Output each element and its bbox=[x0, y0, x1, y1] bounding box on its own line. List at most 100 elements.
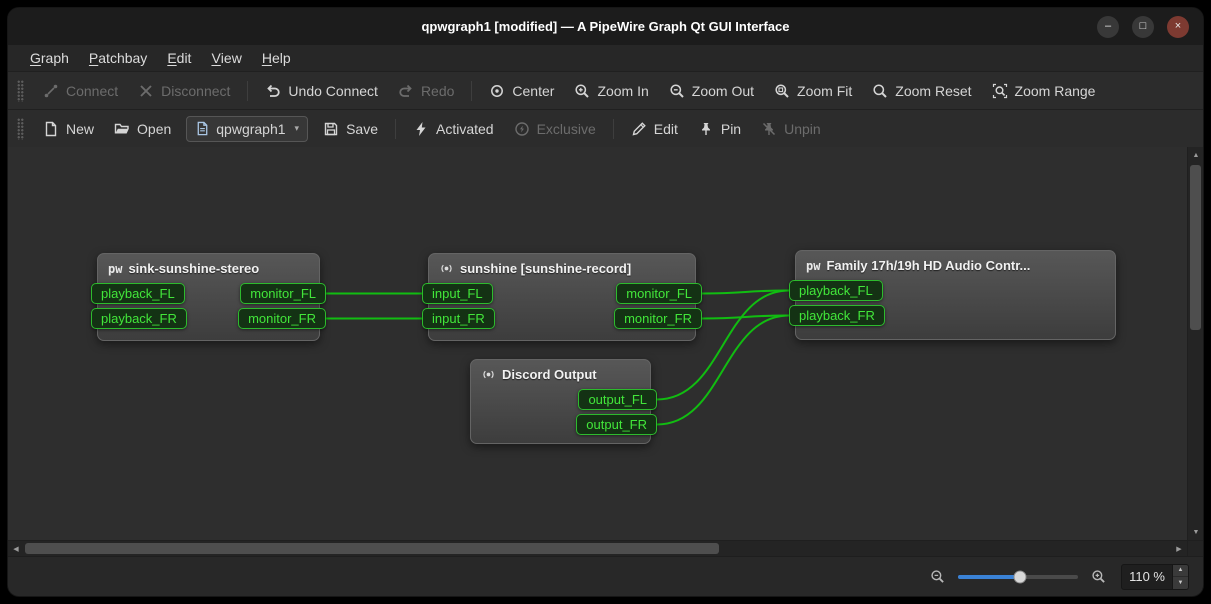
center-button[interactable]: Center bbox=[480, 78, 563, 104]
scroll-right-arrow[interactable]: ▶ bbox=[1171, 541, 1187, 557]
spin-down-button[interactable]: ▼ bbox=[1173, 576, 1188, 589]
port-output[interactable]: monitor_FR bbox=[238, 308, 326, 329]
zoom-out-small-icon bbox=[930, 569, 945, 584]
port-input[interactable]: input_FR bbox=[422, 308, 495, 329]
connections-layer[interactable] bbox=[8, 147, 1187, 540]
horizontal-scrollbar[interactable]: ◀ ▶ bbox=[8, 540, 1187, 556]
menu-bar: Graph Patchbay Edit View Help bbox=[8, 45, 1203, 71]
redo-icon bbox=[398, 83, 414, 99]
connect-label: Connect bbox=[66, 83, 118, 99]
zoom-in-button[interactable]: Zoom In bbox=[565, 78, 657, 104]
exclusive-button[interactable]: Exclusive bbox=[505, 116, 605, 142]
undo-label: Undo Connect bbox=[288, 83, 378, 99]
connect-icon bbox=[43, 83, 59, 99]
app-window: qpwgraph1 [modified] — A PipeWire Graph … bbox=[8, 8, 1203, 596]
zoom-fit-icon bbox=[774, 83, 790, 99]
port-output[interactable]: monitor_FR bbox=[614, 308, 702, 329]
vertical-scrollbar-thumb[interactable] bbox=[1190, 165, 1201, 330]
patchbay-toolbar: New Open qpwgraph1 ▾ Save bbox=[8, 109, 1203, 147]
undo-icon bbox=[265, 83, 281, 99]
horizontal-scrollbar-row: ◀ ▶ bbox=[8, 540, 1203, 556]
patchbay-profile-combo[interactable]: qpwgraph1 ▾ bbox=[186, 116, 308, 142]
toolbar-separator bbox=[471, 81, 472, 101]
edit-label: Edit bbox=[654, 121, 678, 137]
zoom-out-button[interactable]: Zoom Out bbox=[660, 78, 763, 104]
minimize-button[interactable]: – bbox=[1097, 16, 1119, 38]
node-ports: playback_FL monitor_FL playback_FR monit… bbox=[98, 280, 319, 329]
menu-view[interactable]: View bbox=[201, 45, 251, 71]
port-output[interactable]: output_FR bbox=[576, 414, 657, 435]
zoom-reset-button[interactable]: Zoom Reset bbox=[863, 78, 980, 104]
node-ports: input_FL monitor_FL input_FR monitor_FR bbox=[429, 280, 695, 329]
menu-accel: P bbox=[89, 50, 98, 66]
scroll-left-arrow[interactable]: ◀ bbox=[8, 541, 24, 557]
zoom-fit-button[interactable]: Zoom Fit bbox=[765, 78, 861, 104]
new-button[interactable]: New bbox=[34, 116, 103, 142]
port-input[interactable]: playback_FL bbox=[91, 283, 185, 304]
maximize-button[interactable]: □ bbox=[1132, 16, 1154, 38]
redo-button[interactable]: Redo bbox=[389, 78, 463, 104]
menu-graph[interactable]: Graph bbox=[20, 45, 79, 71]
toolbar-grip[interactable] bbox=[17, 80, 24, 102]
node-header: pw sink-sunshine-stereo bbox=[98, 254, 319, 280]
port-output[interactable]: monitor_FL bbox=[616, 283, 702, 304]
open-label: Open bbox=[137, 121, 171, 137]
zoom-in-icon bbox=[574, 83, 590, 99]
redo-label: Redo bbox=[421, 83, 454, 99]
toolbar-grip[interactable] bbox=[17, 118, 24, 140]
port-output[interactable]: monitor_FL bbox=[240, 283, 326, 304]
title-bar[interactable]: qpwgraph1 [modified] — A PipeWire Graph … bbox=[8, 8, 1203, 45]
edit-button[interactable]: Edit bbox=[622, 116, 687, 142]
graph-node-sink-sunshine-stereo[interactable]: pw sink-sunshine-stereo playback_FL moni… bbox=[97, 253, 320, 341]
scroll-down-arrow[interactable]: ▼ bbox=[1188, 524, 1203, 540]
zoom-reset-icon bbox=[872, 83, 888, 99]
graph-node-family-hd-audio[interactable]: pw Family 17h/19h HD Audio Contr... play… bbox=[795, 250, 1116, 340]
zoom-spinbox[interactable]: 110 % ▲ ▼ bbox=[1121, 564, 1189, 590]
port-input[interactable]: playback_FL bbox=[789, 280, 883, 301]
zoom-value[interactable]: 110 % bbox=[1122, 565, 1172, 589]
toolbar-separator bbox=[395, 119, 396, 139]
zoom-fit-label: Zoom Fit bbox=[797, 83, 852, 99]
vertical-scrollbar[interactable]: ▲ ▼ bbox=[1187, 147, 1203, 540]
menu-accel: V bbox=[211, 50, 220, 66]
horizontal-scrollbar-thumb[interactable] bbox=[25, 543, 719, 554]
unpin-button[interactable]: Unpin bbox=[752, 116, 830, 142]
close-button[interactable]: × bbox=[1167, 16, 1189, 38]
patchbay-file-icon bbox=[195, 121, 210, 136]
menu-patchbay[interactable]: Patchbay bbox=[79, 45, 157, 71]
port-input[interactable]: playback_FR bbox=[789, 305, 885, 326]
scroll-up-arrow[interactable]: ▲ bbox=[1188, 147, 1203, 163]
pin-label: Pin bbox=[721, 121, 741, 137]
save-button[interactable]: Save bbox=[314, 116, 387, 142]
pin-button[interactable]: Pin bbox=[689, 116, 750, 142]
spin-up-button[interactable]: ▲ bbox=[1173, 565, 1188, 577]
port-row: playback_FR bbox=[796, 305, 1115, 326]
graph-toolbar: Connect Disconnect Undo Connect Redo bbox=[8, 71, 1203, 109]
menu-help[interactable]: Help bbox=[252, 45, 301, 71]
graph-node-sunshine[interactable]: sunshine [sunshine-record] input_FL moni… bbox=[428, 253, 696, 341]
zoom-in-small-icon bbox=[1091, 569, 1106, 584]
stream-icon bbox=[481, 367, 496, 382]
maximize-icon: □ bbox=[1140, 21, 1147, 32]
save-icon bbox=[323, 121, 339, 137]
port-row: output_FR bbox=[471, 414, 650, 435]
graph-canvas[interactable]: pw sink-sunshine-stereo playback_FL moni… bbox=[8, 147, 1187, 540]
port-output[interactable]: output_FL bbox=[578, 389, 657, 410]
zoom-slider[interactable] bbox=[958, 575, 1078, 579]
menu-edit[interactable]: Edit bbox=[157, 45, 201, 71]
activated-label: Activated bbox=[436, 121, 494, 137]
menu-accel: E bbox=[167, 50, 176, 66]
status-bar: 110 % ▲ ▼ bbox=[8, 556, 1203, 596]
port-input[interactable]: playback_FR bbox=[91, 308, 187, 329]
zoom-slider-handle[interactable] bbox=[1014, 570, 1027, 583]
port-input[interactable]: input_FL bbox=[422, 283, 493, 304]
zoom-range-button[interactable]: Zoom Range bbox=[983, 78, 1105, 104]
open-button[interactable]: Open bbox=[105, 116, 180, 142]
activated-button[interactable]: Activated bbox=[404, 116, 503, 142]
menu-label: raph bbox=[41, 50, 69, 66]
disconnect-button[interactable]: Disconnect bbox=[129, 78, 239, 104]
undo-connect-button[interactable]: Undo Connect bbox=[256, 78, 387, 104]
connect-button[interactable]: Connect bbox=[34, 78, 127, 104]
center-icon bbox=[489, 83, 505, 99]
graph-node-discord-output[interactable]: Discord Output output_FL output_FR bbox=[470, 359, 651, 444]
